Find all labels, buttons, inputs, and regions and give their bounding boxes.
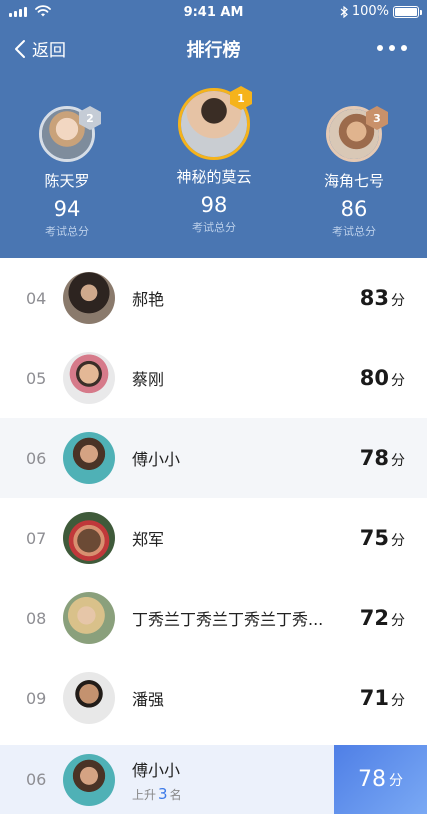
podium-third[interactable]: 3 海角七号 86 考试总分: [294, 106, 414, 239]
avatar: [63, 432, 115, 484]
podium-name: 海角七号: [323, 172, 384, 190]
avatar: [63, 352, 115, 404]
rank-number: 06: [26, 770, 47, 789]
user-name: 傅小小: [132, 450, 181, 469]
podium-second[interactable]: 2 陈天罗 94 考试总分: [7, 106, 127, 239]
user-name: 蔡刚: [132, 370, 165, 389]
list-item[interactable]: 07 郑军 75 分: [0, 498, 427, 578]
score: 78 分: [359, 446, 405, 470]
more-button[interactable]: [377, 45, 407, 51]
gold-medal-icon: 1: [230, 86, 252, 110]
avatar: 2: [39, 106, 101, 162]
list-item[interactable]: 09 潘强 71 分: [0, 658, 427, 738]
bluetooth-icon: [340, 5, 348, 18]
status-bar: 9:41 AM 100%: [0, 0, 427, 26]
rank-number: 09: [26, 688, 47, 708]
rank-change: 上升 3 名: [132, 784, 182, 803]
more-dot-icon: [389, 45, 395, 51]
podium-score: 94: [53, 197, 81, 221]
podium-name: 陈天罗: [44, 172, 90, 190]
podium-first[interactable]: 1 神秘的莫云 98 考试总分: [154, 86, 274, 235]
user-name: 郑军: [132, 530, 165, 549]
ranking-header: 9:41 AM 100% 返回 排行榜 2 陈天罗 94 考试总分 1 神秘的莫…: [0, 0, 427, 258]
score: 83 分: [359, 286, 405, 310]
nav-bar: 返回 排行榜: [0, 30, 427, 68]
podium-score: 86: [340, 197, 368, 221]
avatar: [63, 753, 115, 806]
ranking-list: 04 郝艳 83 分 05 蔡刚 80 分 06 傅小小 78 分 07 郑军 75 分…: [0, 258, 427, 738]
battery-percent: 100%: [351, 4, 389, 19]
list-item[interactable]: 04 郝艳 83 分: [0, 258, 427, 338]
podium-name: 神秘的莫云: [176, 168, 252, 186]
avatar: [63, 272, 115, 324]
podium-sub-label: 考试总分: [332, 225, 376, 238]
svg-text:2: 2: [86, 112, 94, 125]
my-score: 78 分: [334, 745, 427, 814]
score: 71 分: [359, 686, 405, 710]
list-item[interactable]: 06 傅小小 78 分: [0, 418, 427, 498]
avatar: [63, 512, 115, 564]
podium-sub-label: 考试总分: [192, 221, 236, 234]
more-dot-icon: [377, 45, 383, 51]
svg-text:3: 3: [373, 112, 381, 125]
score: 75 分: [359, 526, 405, 550]
rank-change-count: 3: [158, 784, 168, 803]
score: 72 分: [359, 606, 405, 630]
my-ranking-bar[interactable]: 06 傅小小 上升 3 名 78 分: [0, 745, 427, 814]
battery-icon: [393, 5, 422, 18]
user-name: 郝艳: [132, 290, 165, 309]
avatar: 3: [326, 106, 388, 162]
avatar: 1: [178, 86, 252, 160]
podium-score: 98: [200, 193, 228, 217]
podium-sub-label: 考试总分: [45, 225, 89, 238]
rank-number: 07: [26, 528, 47, 548]
user-name: 丁秀兰丁秀兰丁秀兰丁秀...: [132, 610, 324, 629]
bronze-medal-icon: 3: [366, 106, 388, 130]
rank-number: 04: [26, 288, 47, 308]
avatar: [63, 672, 115, 724]
silver-medal-icon: 2: [79, 106, 101, 130]
svg-text:1: 1: [237, 92, 245, 105]
page-title: 排行榜: [186, 40, 241, 61]
rank-number: 06: [26, 448, 47, 468]
rank-number: 08: [26, 608, 47, 628]
user-name: 傅小小: [132, 760, 181, 780]
avatar: [63, 592, 115, 644]
list-item[interactable]: 05 蔡刚 80 分: [0, 338, 427, 418]
more-dot-icon: [401, 45, 407, 51]
rank-number: 05: [26, 368, 47, 388]
user-name: 潘强: [132, 690, 165, 709]
list-item[interactable]: 08 丁秀兰丁秀兰丁秀兰丁秀... 72 分: [0, 578, 427, 658]
score: 80 分: [359, 366, 405, 390]
